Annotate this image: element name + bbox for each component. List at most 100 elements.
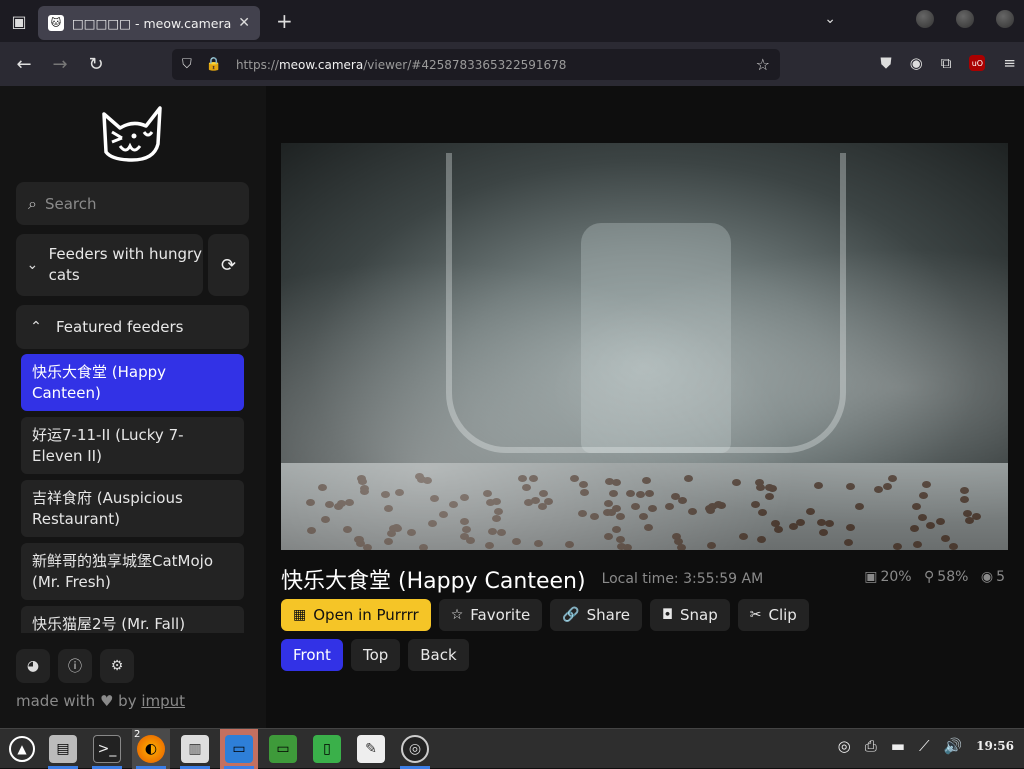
taskbar-files-app[interactable]: ▤ bbox=[44, 729, 82, 769]
search-input[interactable]: ⌕ Search bbox=[16, 182, 249, 225]
share-button[interactable]: 🔗 Share bbox=[550, 599, 642, 631]
sidebar-footer-icons: ◕ ⓘ ⚙ bbox=[16, 649, 142, 683]
view-top-button[interactable]: Top bbox=[350, 639, 401, 671]
local-time: Local time: 3:55:59 AM bbox=[601, 571, 764, 587]
star-icon: ☆ bbox=[450, 607, 464, 623]
address-bar[interactable]: ⛉ 🔒 https://meow.camera/viewer/#42587833… bbox=[172, 49, 780, 80]
ublock-icon[interactable]: uO bbox=[969, 55, 986, 71]
start-menu-button[interactable]: ▲ bbox=[0, 729, 44, 769]
pocket-icon[interactable]: ⛊ bbox=[880, 54, 891, 72]
viewer-main: 快乐大食堂 (Happy Canteen) Local time: 3:55:5… bbox=[266, 86, 1024, 728]
obs-icon: ◎ bbox=[401, 734, 429, 763]
feeder-info-row: 快乐大食堂 (Happy Canteen) Local time: 3:55:5… bbox=[281, 563, 1021, 595]
favorite-button[interactable]: ☆ Favorite bbox=[438, 599, 543, 631]
site-favicon-icon: 🐱 bbox=[48, 15, 64, 31]
clip-button[interactable]: ✂ Clip bbox=[737, 599, 809, 631]
food-level-value: 20% bbox=[880, 569, 912, 585]
feeder-item-mr-fresh[interactable]: 新鲜哥的独享城堡CatMojo (Mr. Fresh) bbox=[21, 543, 244, 600]
search-icon: ⌕ bbox=[28, 193, 37, 213]
qr-code-icon: ▦ bbox=[293, 607, 307, 623]
taskbar-firefox-app[interactable]: 2 ◐ bbox=[132, 728, 170, 769]
food-level-icon: ▣ bbox=[864, 569, 878, 585]
feeder-list: 快乐大食堂 (Happy Canteen) 好运7-11-II (Lucky 7… bbox=[16, 349, 249, 633]
minimize-window-button[interactable] bbox=[916, 10, 934, 28]
feeder-item-lucky-7-eleven[interactable]: 好运7-11-II (Lucky 7-Eleven II) bbox=[21, 417, 244, 474]
info-icon[interactable]: ⓘ bbox=[58, 649, 92, 683]
folder-icon: ▭ bbox=[225, 734, 253, 763]
link-icon: 🔗 bbox=[562, 607, 580, 623]
taskbar-obs-app[interactable]: ◎ bbox=[396, 729, 434, 769]
taskbar-terminal-app[interactable]: >_ bbox=[88, 729, 126, 769]
snap-button[interactable]: ◘ Snap bbox=[649, 599, 730, 631]
action-buttons: ▦ Open in Purrrr ☆ Favorite 🔗 Share ◘ Sn… bbox=[281, 599, 817, 631]
group-hungry-label: Feeders with hungry cats bbox=[48, 245, 203, 284]
forward-arrow-icon[interactable]: → bbox=[42, 54, 78, 75]
group-featured-feeders[interactable]: ⌃ Featured feeders bbox=[16, 305, 249, 349]
feeder-item-auspicious[interactable]: 吉祥食府 (Auspicious Restaurant) bbox=[21, 480, 244, 537]
back-arrow-icon[interactable]: ← bbox=[6, 54, 42, 75]
tab-list-chevron-icon[interactable]: ⌄ bbox=[824, 11, 836, 27]
taskbar-folder-app[interactable]: ▭ bbox=[220, 728, 258, 769]
notepad-icon: ✎ bbox=[357, 734, 385, 763]
viewers-eye-icon: ◉ bbox=[980, 569, 994, 585]
printer-icon[interactable]: ⎙ bbox=[865, 737, 877, 755]
feeder-item-happy-canteen[interactable]: 快乐大食堂 (Happy Canteen) bbox=[21, 354, 244, 411]
extensions-icon[interactable]: ⧉ bbox=[941, 54, 952, 72]
taskbar-text-editor-app[interactable]: ✎ bbox=[352, 729, 390, 769]
refresh-button[interactable]: ⟳ bbox=[208, 234, 249, 296]
chevron-down-icon: ⌄ bbox=[26, 257, 39, 273]
network-icon[interactable]: ⟋ bbox=[919, 737, 930, 755]
keyboard-icon[interactable]: ▬ bbox=[891, 737, 905, 755]
tab-overview-icon[interactable]: ▣ bbox=[0, 0, 38, 42]
scissors-icon: ✂ bbox=[749, 607, 762, 623]
open-in-purrrr-button[interactable]: ▦ Open in Purrrr bbox=[281, 599, 431, 631]
group-hungry-cats[interactable]: ⌄ Feeders with hungry cats bbox=[16, 234, 203, 296]
bookmark-star-icon[interactable]: ☆ bbox=[756, 55, 770, 74]
settings-gear-icon[interactable]: ⚙ bbox=[100, 649, 134, 683]
health-value: 58% bbox=[937, 569, 969, 585]
browser-tab[interactable]: 🐱 □□□□□ - meow.camera ✕ bbox=[38, 6, 260, 40]
taskbar-green-app[interactable]: ▭ bbox=[264, 729, 302, 769]
meow-camera-logo-icon[interactable] bbox=[98, 102, 168, 166]
volume-icon[interactable]: 🔊 bbox=[943, 737, 962, 755]
search-placeholder: Search bbox=[44, 194, 97, 213]
feeder-item-mr-fall[interactable]: 快乐猫屋2号 (Mr. Fall) bbox=[21, 606, 244, 633]
obs-tray-icon[interactable]: ◎ bbox=[838, 737, 851, 755]
page: ⌕ Search ⌄ Feeders with hungry cats ⟳ ⌃ … bbox=[0, 86, 1024, 728]
health-icon: ⚲ bbox=[924, 569, 935, 585]
author-link[interactable]: imput bbox=[141, 692, 185, 710]
camera-stream[interactable] bbox=[281, 143, 1008, 550]
taskbar-notes-app[interactable]: ▯ bbox=[308, 729, 346, 769]
archive-zip-icon: ▥ bbox=[181, 734, 209, 763]
file-cabinet-icon: ▤ bbox=[49, 734, 77, 763]
chevron-up-icon: ⌃ bbox=[30, 319, 42, 335]
taskbar-archive-app[interactable]: ▥ bbox=[176, 729, 214, 769]
shield-icon[interactable]: ⛉ bbox=[182, 57, 192, 72]
close-tab-icon[interactable]: ✕ bbox=[238, 15, 250, 31]
account-icon[interactable]: ◉ bbox=[910, 54, 923, 72]
lock-icon[interactable]: 🔒 bbox=[206, 57, 222, 72]
discord-icon[interactable]: ◕ bbox=[16, 649, 50, 683]
terminal-icon: >_ bbox=[93, 734, 121, 763]
new-tab-button[interactable]: + bbox=[276, 9, 293, 33]
sidebar: ⌕ Search ⌄ Feeders with hungry cats ⟳ ⌃ … bbox=[0, 86, 266, 728]
reload-icon[interactable]: ↻ bbox=[78, 54, 114, 75]
url-text[interactable]: https://meow.camera/viewer/#425878336532… bbox=[236, 58, 756, 72]
maximize-window-button[interactable] bbox=[956, 10, 974, 28]
browser-tab-bar: ▣ 🐱 □□□□□ - meow.camera ✕ + ⌄ bbox=[0, 0, 1024, 42]
view-back-button[interactable]: Back bbox=[408, 639, 469, 671]
firefox-icon: ◐ bbox=[137, 734, 165, 763]
clock[interactable]: 19:56 bbox=[976, 739, 1014, 753]
feeder-title: 快乐大食堂 (Happy Canteen) bbox=[281, 569, 586, 594]
feeder-stats: ▣ 20% ⚲ 58% ◉ 5 bbox=[856, 569, 1005, 585]
close-window-button[interactable] bbox=[996, 10, 1014, 28]
view-front-button[interactable]: Front bbox=[281, 639, 343, 671]
browser-nav-bar: ← → ↻ ⛉ 🔒 https://meow.camera/viewer/#42… bbox=[0, 42, 1024, 86]
green-folder-icon: ▭ bbox=[269, 734, 297, 763]
green-notebook-icon: ▯ bbox=[313, 734, 341, 763]
heart-icon: ♥ bbox=[99, 692, 114, 710]
hamburger-menu-icon[interactable]: ≡ bbox=[1003, 54, 1016, 72]
system-tray: ◎ ⎙ ▬ ⟋ 🔊 19:56 bbox=[824, 737, 1014, 755]
firefox-window-count: 2 bbox=[134, 728, 141, 740]
tab-title: □□□□□ - meow.camera bbox=[72, 15, 232, 31]
